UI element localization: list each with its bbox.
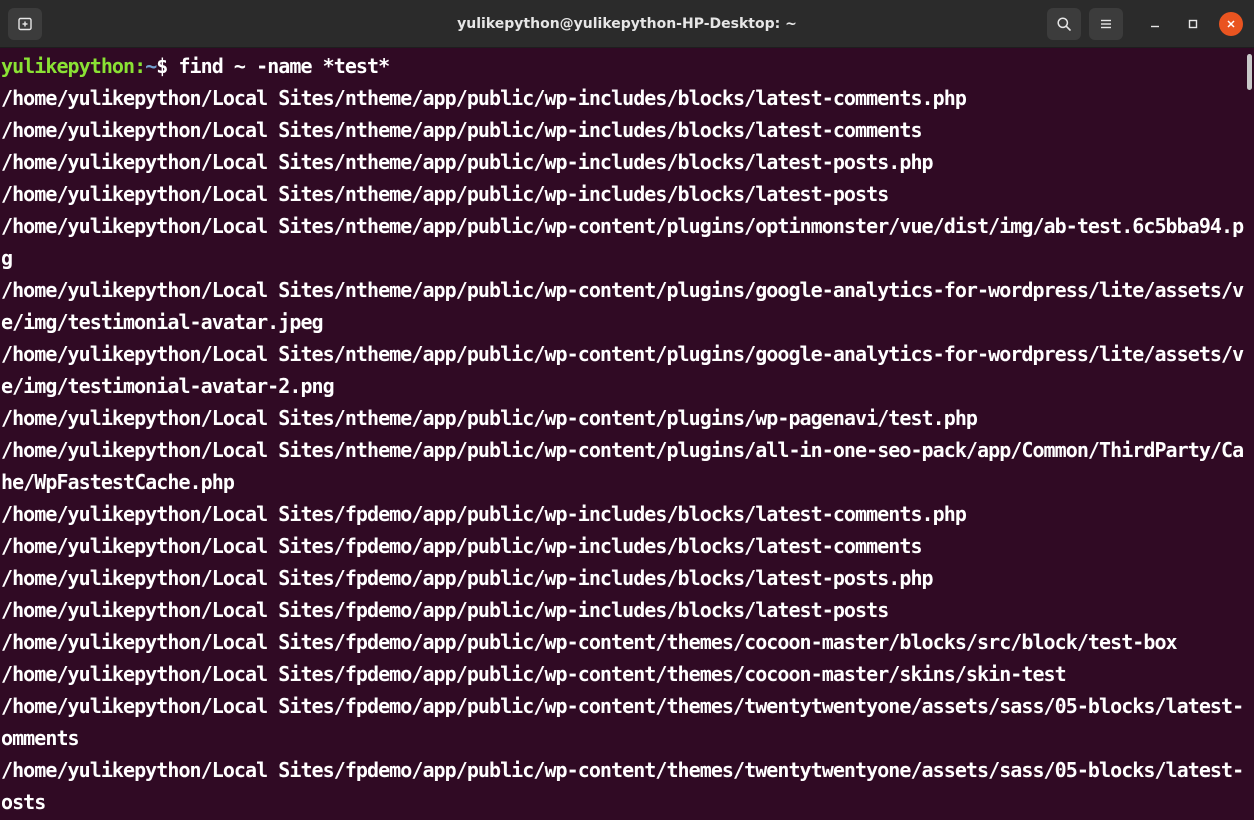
- command-text: find ~ -name *test*: [178, 54, 390, 78]
- output-line: /home/yulikepython/Local Sites/fpdemo/ap…: [1, 758, 1244, 782]
- new-tab-button[interactable]: [8, 8, 42, 40]
- output-line: he/WpFastestCache.php: [1, 470, 235, 494]
- output-line: /home/yulikepython/Local Sites/fpdemo/ap…: [1, 598, 889, 622]
- output-line: omments: [1, 726, 80, 750]
- minimize-icon: [1151, 25, 1159, 28]
- output-line: /home/yulikepython/Local Sites/fpdemo/ap…: [1, 694, 1244, 718]
- prompt-user-host: yulikepython:: [1, 54, 146, 78]
- menu-button[interactable]: [1089, 8, 1123, 40]
- search-button[interactable]: [1047, 8, 1081, 40]
- output-line: /home/yulikepython/Local Sites/fpdemo/ap…: [1, 502, 967, 526]
- output-line: e/img/testimonial-avatar-2.png: [1, 374, 335, 398]
- prompt-line: yulikepython:~$ find ~ -name *test*: [0, 50, 1244, 82]
- output-line: /home/yulikepython/Local Sites/fpdemo/ap…: [1, 566, 934, 590]
- vertical-scrollbar[interactable]: [1244, 48, 1254, 820]
- title-bar[interactable]: yulikepython@yulikepython-HP-Desktop: ~: [0, 0, 1254, 48]
- output-line: e/img/testimonial-avatar.jpeg: [1, 310, 324, 334]
- output-line: /home/yulikepython/Local Sites/ntheme/ap…: [1, 86, 967, 110]
- output-line: /home/yulikepython/Local Sites/fpdemo/ap…: [1, 630, 1178, 654]
- output-line: /home/yulikepython/Local Sites/ntheme/ap…: [1, 214, 1244, 238]
- minimize-button[interactable]: [1143, 12, 1167, 36]
- search-icon: [1057, 17, 1071, 31]
- output-line: /home/yulikepython/Local Sites/fpdemo/ap…: [1, 662, 1067, 686]
- close-button[interactable]: [1219, 12, 1243, 36]
- maximize-icon: [1188, 19, 1198, 29]
- terminal-output[interactable]: yulikepython:~$ find ~ -name *test* /hom…: [0, 48, 1244, 820]
- close-icon: [1227, 20, 1235, 28]
- output-line: /home/yulikepython/Local Sites/ntheme/ap…: [1, 278, 1244, 302]
- terminal-window: yulikepython@yulikepython-HP-Desktop: ~: [0, 0, 1254, 820]
- output-line: g: [1, 246, 13, 270]
- output-line: /home/yulikepython/Local Sites/ntheme/ap…: [1, 438, 1244, 462]
- prompt-symbol: $: [156, 54, 179, 78]
- output-line: /home/yulikepython/Local Sites/ntheme/ap…: [1, 150, 934, 174]
- prompt-path: ~: [145, 54, 157, 78]
- output-line: /home/yulikepython/Local Sites/ntheme/ap…: [1, 118, 923, 142]
- output-line: osts: [1, 790, 46, 814]
- scrollbar-thumb[interactable]: [1247, 54, 1252, 90]
- output-line: /home/yulikepython/Local Sites/ntheme/ap…: [1, 342, 1244, 366]
- output-line: /home/yulikepython/Local Sites/ntheme/ap…: [1, 182, 889, 206]
- output-line: /home/yulikepython/Local Sites/fpdemo/ap…: [1, 534, 923, 558]
- hamburger-menu-icon: [1101, 19, 1111, 29]
- new-tab-icon: [18, 17, 32, 31]
- output-line: /home/yulikepython/Local Sites/ntheme/ap…: [1, 406, 978, 430]
- maximize-button[interactable]: [1181, 12, 1205, 36]
